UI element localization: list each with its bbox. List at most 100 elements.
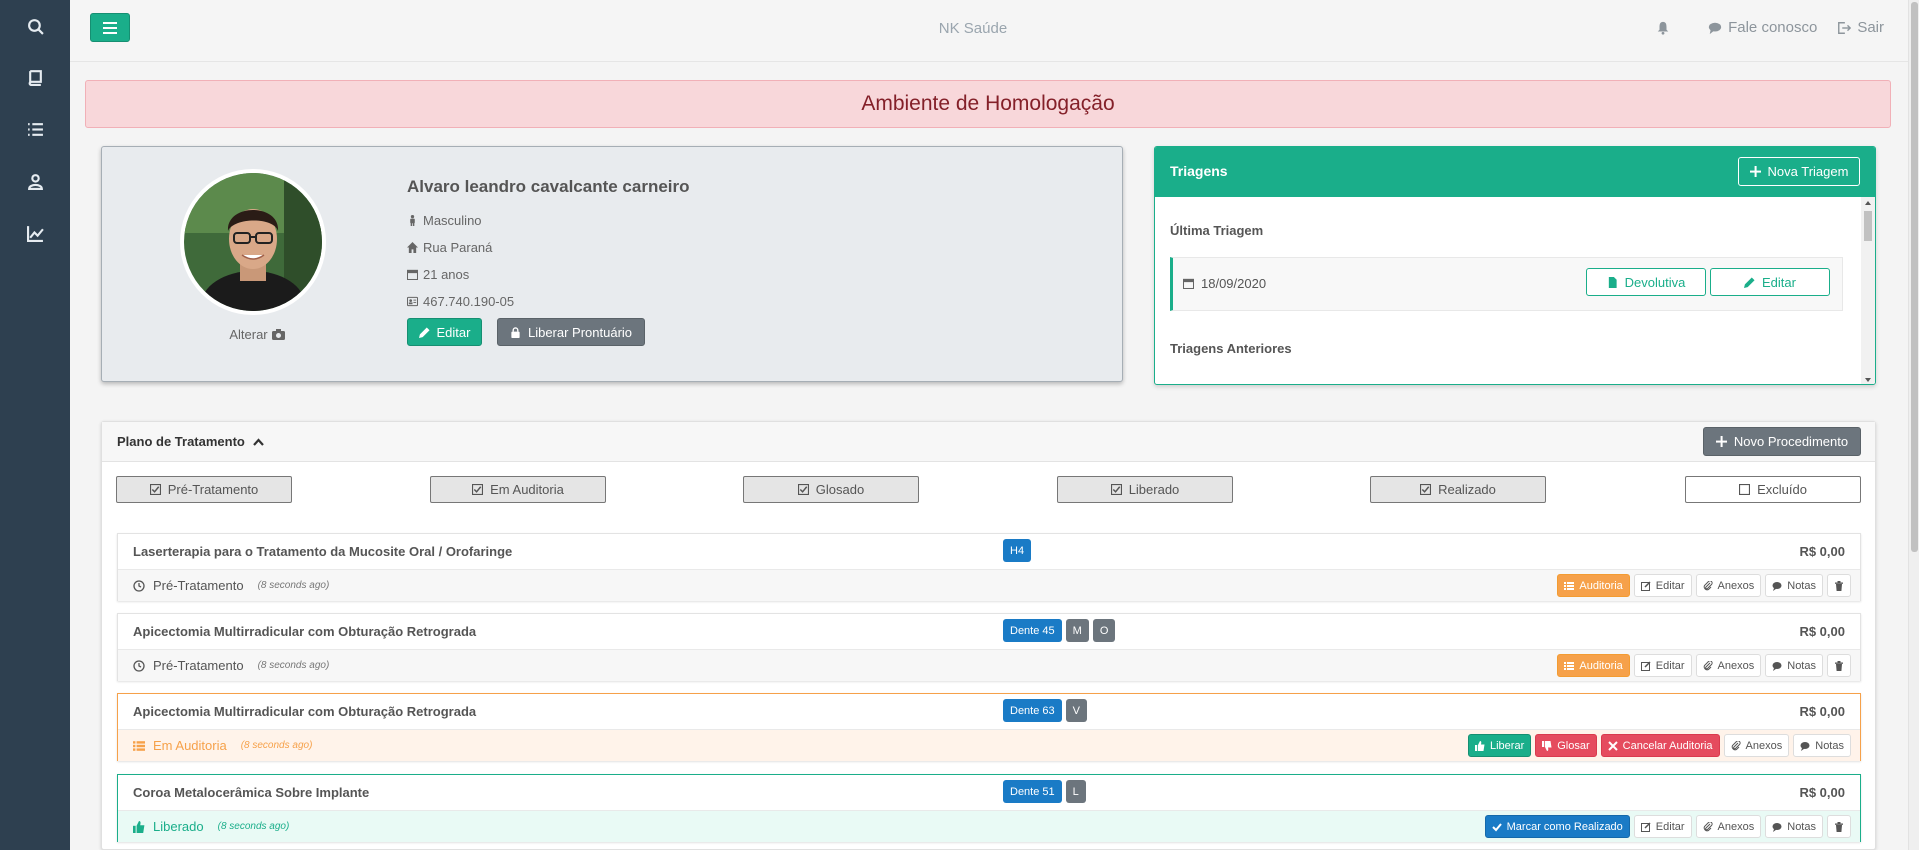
list-icon[interactable] bbox=[0, 109, 70, 149]
list-icon bbox=[1564, 581, 1575, 590]
trash-icon bbox=[1835, 821, 1843, 832]
user-doctor-icon[interactable] bbox=[0, 161, 70, 201]
mark-done-button[interactable]: Marcar como Realizado bbox=[1484, 815, 1630, 838]
patient-name: Alvaro leandro cavalcante carneiro bbox=[407, 177, 690, 196]
menu-toggle-button[interactable] bbox=[90, 13, 130, 42]
paperclip-icon bbox=[1703, 821, 1713, 831]
triagens-title: Triagens bbox=[1170, 163, 1228, 179]
filter-pre-tratamento[interactable]: Pré-Tratamento bbox=[116, 476, 292, 503]
pencil-icon bbox=[1744, 276, 1755, 288]
edit-patient-button[interactable]: Editar bbox=[407, 318, 482, 346]
edit-triage-button[interactable]: Editar bbox=[1710, 268, 1830, 296]
procedure-price: R$ 0,00 bbox=[1799, 624, 1845, 639]
filter-glosado[interactable]: Glosado bbox=[743, 476, 919, 503]
notifications-button[interactable] bbox=[1656, 21, 1670, 35]
checked-box-icon bbox=[1110, 484, 1122, 495]
hamburger-icon bbox=[103, 21, 117, 34]
auditoria-button[interactable]: Auditoria bbox=[1557, 654, 1630, 677]
face-tag: M bbox=[1065, 619, 1089, 642]
procedure-row: Laserterapia para o Tratamento da Mucosi… bbox=[117, 533, 1861, 601]
attachments-button[interactable]: Anexos bbox=[1695, 654, 1762, 677]
notes-button[interactable]: Notas bbox=[1765, 654, 1823, 677]
calendar-icon bbox=[1183, 278, 1194, 289]
treatment-plan-toggle[interactable]: Plano de Tratamento bbox=[117, 434, 264, 449]
top-bar: NK Saúde Fale conosco Sair bbox=[70, 0, 1908, 62]
patient-age: 21 anos bbox=[407, 267, 469, 282]
notes-button[interactable]: Notas bbox=[1793, 734, 1851, 757]
checked-box-icon bbox=[797, 484, 809, 495]
notes-button[interactable]: Notas bbox=[1765, 574, 1823, 597]
tooth-tag: Dente 45 bbox=[1003, 619, 1062, 642]
delete-procedure-button[interactable] bbox=[1827, 574, 1851, 597]
file-icon bbox=[1608, 276, 1617, 288]
book-icon[interactable] bbox=[0, 57, 70, 97]
delete-procedure-button[interactable] bbox=[1827, 654, 1851, 677]
chart-line-icon[interactable] bbox=[0, 213, 70, 253]
procedure-row: Apicectomia Multirradicular com Obturaçã… bbox=[117, 613, 1861, 681]
avatar bbox=[180, 169, 326, 315]
face-tag: O bbox=[1092, 619, 1116, 642]
treatment-plan-title: Plano de Tratamento bbox=[117, 434, 245, 449]
filter-realizado[interactable]: Realizado bbox=[1370, 476, 1546, 503]
procedure-time-ago: (8 seconds ago) bbox=[257, 660, 330, 671]
lock-icon bbox=[511, 326, 520, 338]
attachments-button[interactable]: Anexos bbox=[1695, 574, 1762, 597]
procedure-status: Em Auditoria (8 seconds ago) bbox=[133, 738, 312, 753]
trash-icon bbox=[1835, 580, 1843, 591]
unchecked-box-icon bbox=[1739, 484, 1751, 495]
filter-em-auditoria[interactable]: Em Auditoria bbox=[430, 476, 606, 503]
checked-box-icon bbox=[472, 484, 484, 495]
procedure-price: R$ 0,00 bbox=[1799, 785, 1845, 800]
glosar-button[interactable]: Glosar bbox=[1535, 734, 1597, 757]
last-triage-heading: Última Triagem bbox=[1170, 223, 1264, 238]
release-record-button[interactable]: Liberar Prontuário bbox=[497, 318, 645, 346]
triagens-scrollbar[interactable] bbox=[1861, 197, 1875, 384]
logout-link[interactable]: Sair bbox=[1837, 19, 1884, 36]
edit-procedure-button[interactable]: Editar bbox=[1633, 654, 1692, 677]
notes-button[interactable]: Notas bbox=[1765, 815, 1823, 838]
change-photo-button[interactable]: Alterar bbox=[222, 327, 292, 342]
previous-triages-heading: Triagens Anteriores bbox=[1170, 341, 1292, 356]
change-photo-label: Alterar bbox=[229, 327, 268, 342]
check-icon bbox=[1491, 822, 1502, 831]
procedure-name: Apicectomia Multirradicular com Obturaçã… bbox=[133, 624, 477, 639]
treatment-plan-card: Plano de Tratamento Novo Procedimento Pr… bbox=[101, 421, 1876, 850]
procedure-name: Apicectomia Multirradicular com Obturaçã… bbox=[133, 704, 477, 719]
patient-photo bbox=[184, 173, 322, 311]
comment-icon bbox=[1800, 741, 1810, 751]
attachments-button[interactable]: Anexos bbox=[1695, 815, 1762, 838]
chevron-up-icon bbox=[253, 437, 264, 446]
filter-excluido[interactable]: Excluído bbox=[1685, 476, 1861, 503]
home-icon bbox=[407, 242, 418, 253]
attachments-button[interactable]: Anexos bbox=[1723, 734, 1790, 757]
last-triage-item: 18/09/2020 Devolutiva Editar bbox=[1170, 257, 1843, 311]
new-triage-button[interactable]: Nova Triagem bbox=[1738, 157, 1860, 186]
search-icon[interactable] bbox=[0, 6, 70, 46]
id-card-icon bbox=[407, 296, 418, 307]
sign-out-icon bbox=[1838, 21, 1852, 34]
procedure-time-ago: (8 seconds ago) bbox=[217, 821, 290, 832]
patient-card: Alterar Alvaro leandro cavalcante carnei… bbox=[101, 146, 1123, 382]
list-icon bbox=[133, 740, 145, 751]
contact-link[interactable]: Fale conosco bbox=[1708, 19, 1817, 36]
devolutiva-button[interactable]: Devolutiva bbox=[1586, 268, 1706, 296]
liberar-button[interactable]: Liberar bbox=[1468, 734, 1532, 757]
delete-procedure-button[interactable] bbox=[1827, 815, 1851, 838]
edit-procedure-button[interactable]: Editar bbox=[1633, 574, 1692, 597]
edit-icon bbox=[1640, 821, 1651, 832]
cancel-audit-button[interactable]: Cancelar Auditoria bbox=[1600, 734, 1720, 757]
male-icon bbox=[410, 215, 415, 226]
procedure-name: Laserterapia para o Tratamento da Mucosi… bbox=[133, 544, 513, 559]
auditoria-button[interactable]: Auditoria bbox=[1557, 574, 1630, 597]
thumbs-up-icon bbox=[1475, 740, 1485, 751]
new-procedure-button[interactable]: Novo Procedimento bbox=[1703, 427, 1861, 456]
paperclip-icon bbox=[1703, 580, 1713, 590]
last-triage-date: 18/09/2020 bbox=[1201, 276, 1267, 291]
checked-box-icon bbox=[149, 484, 161, 495]
page-scrollbar[interactable] bbox=[1908, 0, 1919, 850]
bell-icon bbox=[1657, 21, 1669, 35]
filter-liberado[interactable]: Liberado bbox=[1057, 476, 1233, 503]
face-tag: L bbox=[1065, 780, 1086, 803]
edit-procedure-button[interactable]: Editar bbox=[1633, 815, 1692, 838]
patient-address: Rua Paraná bbox=[407, 240, 492, 255]
